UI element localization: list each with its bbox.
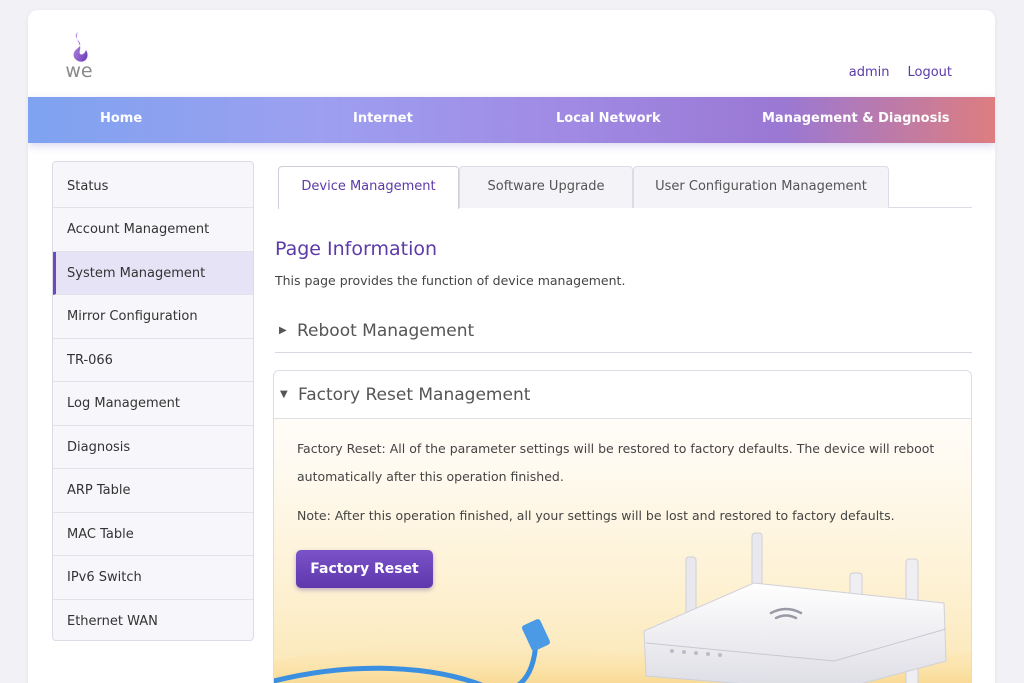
tab-bar: Device Management Software Upgrade User … bbox=[278, 166, 972, 209]
logo-wordmark: we bbox=[65, 60, 93, 82]
page-title: Page Information bbox=[275, 238, 438, 260]
top-links: admin Logout bbox=[849, 65, 952, 80]
sidebar-item-tr-066[interactable]: TR-066 bbox=[53, 339, 253, 382]
sidebar: Status Account Management System Managem… bbox=[52, 161, 254, 641]
factory-reset-note: Note: After this operation finished, all… bbox=[297, 508, 895, 523]
tab-software-upgrade[interactable]: Software Upgrade bbox=[459, 166, 633, 208]
page-description: This page provides the function of devic… bbox=[275, 273, 626, 288]
main-nav: Home Internet Local Network Management &… bbox=[28, 97, 995, 143]
factory-reset-button[interactable]: Factory Reset bbox=[296, 550, 433, 588]
sidebar-item-log-management[interactable]: Log Management bbox=[53, 382, 253, 426]
sidebar-item-ipv6-switch[interactable]: IPv6 Switch bbox=[53, 556, 253, 600]
triangle-down-icon: ▼ bbox=[280, 389, 288, 400]
sidebar-item-ethernet-wan[interactable]: Ethernet WAN bbox=[53, 600, 253, 641]
main-card: we admin Logout Home Internet Local Netw… bbox=[28, 10, 995, 683]
factory-reset-management-toggle[interactable]: ▼ Factory Reset Management bbox=[274, 371, 971, 419]
factory-reset-panel: ▼ Factory Reset Management Factory Reset… bbox=[273, 370, 972, 683]
reboot-management-toggle[interactable]: ▶ Reboot Management bbox=[275, 309, 972, 353]
triangle-right-icon: ▶ bbox=[279, 325, 287, 336]
sidebar-item-mac-table[interactable]: MAC Table bbox=[53, 513, 253, 556]
factory-reset-text-1: Factory Reset: All of the parameter sett… bbox=[297, 441, 935, 456]
admin-link[interactable]: admin bbox=[849, 65, 890, 80]
sidebar-item-system-management[interactable]: System Management bbox=[53, 251, 253, 295]
nav-internet[interactable]: Internet bbox=[353, 111, 413, 126]
we-logo: we bbox=[56, 30, 102, 82]
sidebar-item-account-management[interactable]: Account Management bbox=[53, 208, 253, 252]
sidebar-item-arp-table[interactable]: ARP Table bbox=[53, 469, 253, 513]
sidebar-item-status[interactable]: Status bbox=[53, 162, 253, 208]
tab-user-configuration-management[interactable]: User Configuration Management bbox=[633, 166, 889, 208]
factory-reset-text-2: automatically after this operation finis… bbox=[297, 469, 564, 484]
factory-reset-management-label: Factory Reset Management bbox=[298, 384, 531, 405]
tab-device-management[interactable]: Device Management bbox=[278, 166, 459, 209]
reboot-management-label: Reboot Management bbox=[297, 320, 475, 341]
flame-logo-icon bbox=[73, 32, 88, 62]
sidebar-item-mirror-configuration[interactable]: Mirror Configuration bbox=[53, 295, 253, 339]
router-illustration bbox=[274, 532, 971, 683]
nav-home[interactable]: Home bbox=[100, 111, 142, 126]
nav-local-network[interactable]: Local Network bbox=[556, 111, 661, 126]
logout-link[interactable]: Logout bbox=[907, 65, 952, 80]
sidebar-item-diagnosis[interactable]: Diagnosis bbox=[53, 426, 253, 469]
nav-management-diagnosis[interactable]: Management & Diagnosis bbox=[762, 111, 950, 126]
